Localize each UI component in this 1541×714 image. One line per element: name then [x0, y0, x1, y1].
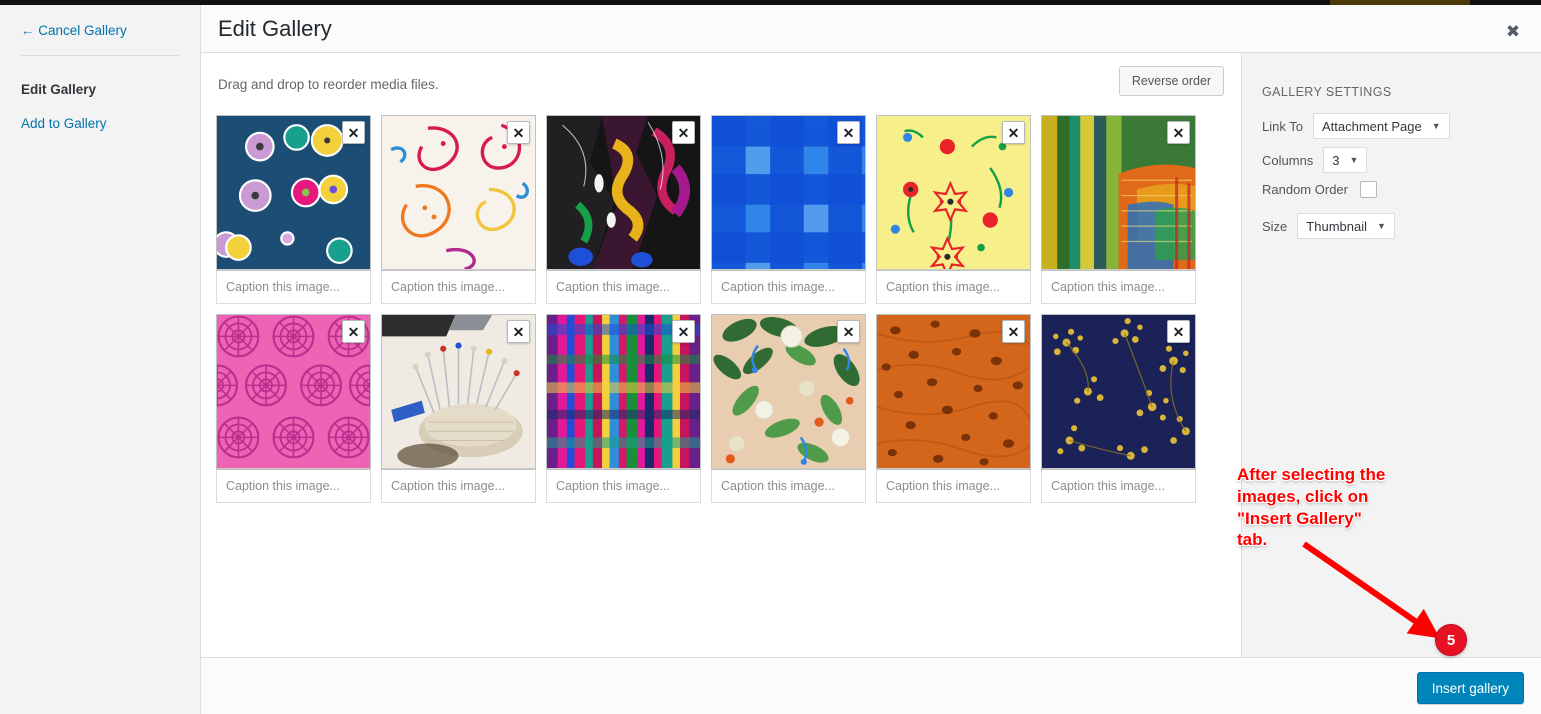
size-label: Size: [1262, 218, 1288, 234]
gallery-tile[interactable]: ✕: [546, 115, 701, 304]
annotation-step-badge: 5: [1435, 624, 1467, 656]
caption-input[interactable]: [546, 271, 701, 304]
remove-image-button[interactable]: ✕: [1002, 121, 1025, 144]
remove-image-button[interactable]: ✕: [507, 121, 530, 144]
chevron-down-icon: ▼: [1377, 221, 1386, 231]
thumbnail[interactable]: ✕: [876, 115, 1031, 271]
remove-image-button[interactable]: ✕: [672, 121, 695, 144]
gallery-tile[interactable]: ✕: [216, 314, 371, 503]
gallery-tile[interactable]: ✕: [1041, 115, 1196, 304]
reverse-order-button[interactable]: Reverse order: [1119, 66, 1224, 96]
sidebar-item-edit-gallery[interactable]: Edit Gallery: [21, 82, 96, 97]
thumbnail[interactable]: ✕: [216, 314, 371, 470]
annotation-text: After selecting the images, click on "In…: [1237, 465, 1386, 550]
gallery-tile[interactable]: ✕: [1041, 314, 1196, 503]
random-order-label: Random Order: [1262, 182, 1348, 197]
columns-value: 3: [1332, 152, 1340, 168]
remove-image-button[interactable]: ✕: [837, 121, 860, 144]
thumbnail[interactable]: ✕: [711, 115, 866, 271]
caption-input[interactable]: [216, 470, 371, 503]
remove-image-button[interactable]: ✕: [342, 320, 365, 343]
gallery-tile[interactable]: ✕: [381, 314, 536, 503]
caption-input[interactable]: [216, 271, 371, 304]
caption-input[interactable]: [876, 271, 1031, 304]
gallery-tile[interactable]: ✕: [216, 115, 371, 304]
caption-input[interactable]: [546, 470, 701, 503]
link-to-select[interactable]: Attachment Page ▼: [1312, 113, 1450, 139]
caption-input[interactable]: [1041, 271, 1196, 304]
close-icon[interactable]: ✖: [1499, 17, 1527, 45]
caption-input[interactable]: [381, 470, 536, 503]
gallery-content-area: Drag and drop to reorder media files. Re…: [201, 53, 1241, 657]
link-to-value: Attachment Page: [1321, 118, 1422, 134]
thumbnail[interactable]: ✕: [1041, 115, 1196, 271]
caption-input[interactable]: [381, 271, 536, 304]
remove-image-button[interactable]: ✕: [837, 320, 860, 343]
gallery-grid: ✕ Caption this image... ✕ Caption this i…: [216, 115, 1231, 503]
setting-link-to-row: Link To Attachment Page ▼: [1262, 113, 1450, 139]
gallery-tile[interactable]: ✕: [876, 115, 1031, 304]
setting-random-order-row: Random Order: [1262, 181, 1377, 198]
gallery-tile[interactable]: ✕: [711, 314, 866, 503]
thumbnail[interactable]: ✕: [1041, 314, 1196, 470]
setting-size-row: Size Thumbnail ▼: [1262, 213, 1395, 239]
caption-input[interactable]: [711, 271, 866, 304]
thumbnail[interactable]: ✕: [876, 314, 1031, 470]
thumbnail[interactable]: ✕: [216, 115, 371, 271]
setting-columns-row: Columns 3 ▼: [1262, 147, 1368, 173]
remove-image-button[interactable]: ✕: [342, 121, 365, 144]
thumbnail[interactable]: ✕: [546, 314, 701, 470]
gallery-tile[interactable]: ✕: [876, 314, 1031, 503]
remove-image-button[interactable]: ✕: [507, 320, 530, 343]
remove-image-button[interactable]: ✕: [1002, 320, 1025, 343]
thumbnail[interactable]: ✕: [546, 115, 701, 271]
thumbnail[interactable]: ✕: [381, 115, 536, 271]
cancel-gallery-link[interactable]: ← Cancel Gallery: [21, 23, 127, 38]
settings-heading: GALLERY SETTINGS: [1262, 85, 1392, 99]
modal-footer: Insert gallery: [201, 657, 1541, 714]
random-order-checkbox[interactable]: [1359, 181, 1377, 198]
columns-select[interactable]: 3 ▼: [1323, 147, 1368, 173]
gallery-editor-screen: ← Cancel Gallery Edit Gallery Add to Gal…: [0, 0, 1541, 714]
chevron-down-icon: ▼: [1431, 121, 1441, 131]
drag-drop-hint: Drag and drop to reorder media files.: [218, 77, 439, 92]
remove-image-button[interactable]: ✕: [1167, 320, 1190, 343]
thumbnail[interactable]: ✕: [711, 314, 866, 470]
caption-input[interactable]: [876, 470, 1031, 503]
caption-input[interactable]: [711, 470, 866, 503]
sidebar-divider: [21, 55, 179, 56]
size-select[interactable]: Thumbnail ▼: [1297, 213, 1395, 239]
gallery-tile[interactable]: ✕: [546, 314, 701, 503]
page-title: Edit Gallery: [218, 16, 332, 41]
insert-gallery-button[interactable]: Insert gallery: [1416, 672, 1524, 704]
sidebar-item-add-to-gallery[interactable]: Add to Gallery: [21, 116, 107, 131]
link-to-label: Link To: [1262, 118, 1303, 134]
remove-image-button[interactable]: ✕: [1167, 121, 1190, 144]
gallery-tile[interactable]: ✕: [711, 115, 866, 304]
thumbnail[interactable]: ✕: [381, 314, 536, 470]
remove-image-button[interactable]: ✕: [672, 320, 695, 343]
chevron-down-icon: ▼: [1349, 155, 1359, 165]
media-sidebar: ← Cancel Gallery Edit Gallery Add to Gal…: [0, 5, 201, 714]
modal-titlebar: Edit Gallery ✖: [201, 5, 1541, 53]
gallery-tile[interactable]: ✕: [381, 115, 536, 304]
size-value: Thumbnail: [1306, 218, 1367, 234]
caption-input[interactable]: [1041, 470, 1196, 503]
columns-label: Columns: [1262, 152, 1314, 168]
